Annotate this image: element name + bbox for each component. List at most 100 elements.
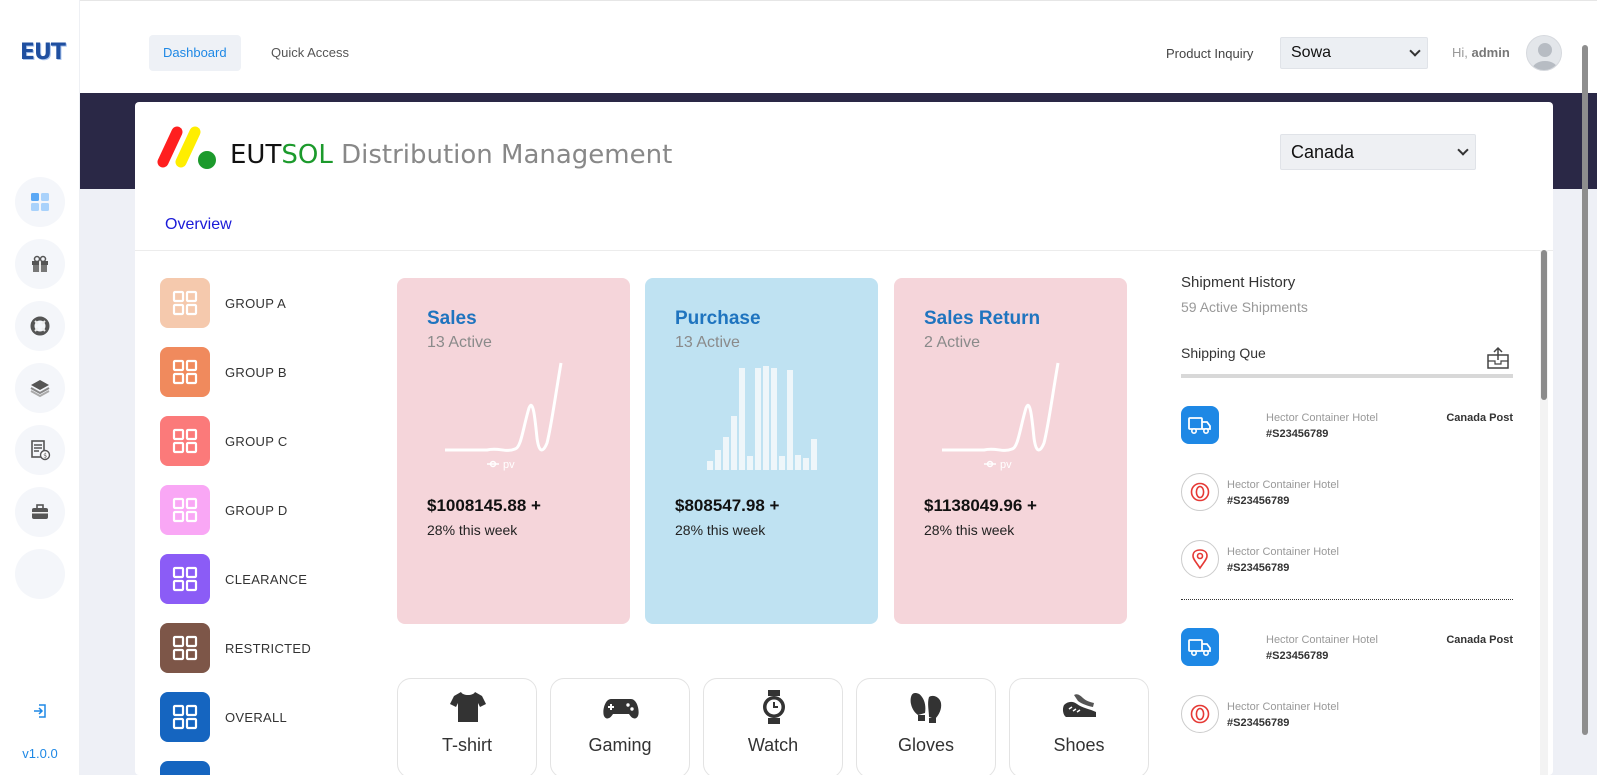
page-scrollbar[interactable]: [1582, 45, 1590, 735]
brand-eut: EUT: [230, 140, 282, 170]
card-scrollbar[interactable]: [1540, 250, 1548, 775]
rail-support-button[interactable]: [15, 301, 65, 351]
brand-logo: [157, 126, 216, 169]
group-item-c[interactable]: GROUP C: [160, 416, 288, 466]
shipment-hotel: Hector Container Hotel: [1227, 701, 1339, 713]
grid-icon: [160, 485, 210, 535]
rail-dashboard-button[interactable]: [15, 177, 65, 227]
chevron-down-icon: [1457, 144, 1469, 156]
shipment-hotel: Hector Container Hotel: [1266, 412, 1378, 424]
shipment-row[interactable]: Hector Container Hotel #S23456789: [1181, 540, 1513, 582]
group-label: GROUP C: [225, 433, 288, 449]
stat-title: Sales: [427, 308, 477, 329]
tab-dashboard[interactable]: Dashboard: [149, 35, 241, 71]
stat-title: Sales Return: [924, 308, 1041, 329]
avatar[interactable]: [1526, 35, 1562, 71]
shipment-row[interactable]: Hector Container Hotel #S23456789 Canada…: [1181, 406, 1513, 448]
sales-sparkline: pv: [445, 362, 563, 471]
shipping-queue-bar: [1181, 374, 1513, 378]
logout-icon: [34, 704, 46, 718]
invoice-icon: $: [31, 440, 51, 461]
rail-gift-button[interactable]: [15, 239, 65, 289]
stat-active-count: 2 Active: [924, 334, 981, 351]
tab-overview[interactable]: Overview: [165, 216, 232, 234]
category-tile-watch[interactable]: Watch: [703, 678, 843, 775]
version-label: v1.0.0: [22, 746, 58, 761]
stat-card-sales[interactable]: Sales 13 Active pv $1008145.88 + 28% thi…: [397, 278, 630, 624]
group-item-a[interactable]: GROUP A: [160, 278, 286, 328]
stat-amount: $1008145.88 +: [427, 496, 541, 515]
gamepad-icon: [603, 699, 639, 719]
sales-return-sparkline: pv: [942, 362, 1060, 471]
stat-week-change: 28% this week: [675, 522, 766, 538]
scrollbar-thumb[interactable]: [1541, 250, 1547, 400]
category-label: T-shirt: [441, 735, 492, 755]
brand-sol: SOL: [281, 140, 333, 170]
pv-legend: pv: [487, 459, 515, 471]
group-label: OVERALL: [225, 709, 288, 725]
stat-card-purchase[interactable]: Purchase 13 Active $808547.98 + 28% this…: [645, 278, 878, 624]
stat-week-change: 28% this week: [924, 522, 1015, 538]
category-label: Gloves: [897, 735, 955, 755]
shipment-row[interactable]: Hector Container Hotel #S23456789: [1181, 473, 1513, 515]
stat-amount: $808547.98 +: [675, 496, 780, 515]
shipment-hotel: Hector Container Hotel: [1266, 634, 1378, 646]
grid-icon: [160, 416, 210, 466]
shipment-history-title: Shipment History: [1181, 274, 1296, 291]
group-label: GROUP A: [225, 295, 287, 311]
category-tile-gloves[interactable]: Gloves: [856, 678, 996, 775]
shipment-carrier: Canada Post: [1446, 412, 1513, 424]
shipment-id: #S23456789: [1227, 562, 1290, 574]
package-icon[interactable]: [1487, 346, 1509, 370]
category-tile-shoes[interactable]: Shoes: [1009, 678, 1149, 775]
category-label: Gaming: [588, 735, 652, 755]
gloves-icon: [910, 693, 942, 723]
rail-empty-button[interactable]: [15, 549, 65, 599]
category-tile-gaming[interactable]: Gaming: [550, 678, 690, 775]
group-item-restricted[interactable]: RESTRICTED: [160, 623, 311, 673]
rail-invoice-button[interactable]: $: [15, 425, 65, 475]
grid-icon: [160, 278, 210, 328]
grid-icon: [160, 761, 210, 775]
product-inquiry-value: Sowa: [1291, 44, 1332, 61]
group-item-d[interactable]: GROUP D: [160, 485, 288, 535]
grid-icon: [160, 623, 210, 673]
shipment-carrier: Canada Post: [1446, 634, 1513, 646]
product-inquiry-label: Product Inquiry: [1166, 46, 1254, 61]
briefcase-icon: [32, 504, 48, 519]
group-item-b[interactable]: GROUP B: [160, 347, 287, 397]
group-label: GROUP B: [225, 364, 287, 380]
tshirt-icon: [450, 692, 486, 722]
divider: [135, 250, 1553, 251]
group-label: RESTRICTED: [225, 640, 312, 656]
scrollbar-thumb[interactable]: [1582, 45, 1588, 735]
left-rail: EUT $ v1.0.0: [0, 0, 80, 775]
category-tile-tshirt[interactable]: T-shirt: [397, 678, 537, 775]
stat-card-sales-return[interactable]: Sales Return 2 Active pv $1138049.96 + 2…: [894, 278, 1127, 624]
shipment-row[interactable]: Hector Container Hotel #S23456789 Canada…: [1181, 628, 1513, 670]
rail-layers-button[interactable]: [15, 363, 65, 413]
country-select[interactable]: Canada: [1280, 134, 1476, 170]
chevron-down-icon: [1409, 45, 1421, 57]
shipment-row[interactable]: Hector Container Hotel #S23456789: [1181, 695, 1513, 737]
lifebuoy-icon: [30, 316, 50, 336]
stat-active-count: 13 Active: [427, 334, 492, 351]
brand-subtitle: Distribution Management: [341, 140, 673, 170]
tab-quick-access[interactable]: Quick Access: [257, 35, 363, 71]
app-logo[interactable]: EUT: [20, 40, 66, 65]
product-inquiry-select[interactable]: Sowa: [1280, 37, 1428, 69]
watch-icon: [763, 690, 785, 724]
group-item-partial[interactable]: [160, 761, 210, 775]
group-item-overall[interactable]: OVERALL: [160, 692, 287, 742]
grid-icon: [160, 692, 210, 742]
group-item-clearance[interactable]: CLEARANCE: [160, 554, 307, 604]
logout-button[interactable]: [0, 703, 80, 722]
pin-icon: [1181, 540, 1219, 578]
shipment-id: #S23456789: [1227, 495, 1290, 507]
shipment-active-count: 59 Active Shipments: [1181, 299, 1308, 315]
shipment-hotel: Hector Container Hotel: [1227, 479, 1339, 491]
rail-briefcase-button[interactable]: [15, 487, 65, 537]
target-icon: [1181, 473, 1219, 511]
stat-title: Purchase: [675, 308, 761, 329]
shoes-icon: [1062, 694, 1096, 717]
